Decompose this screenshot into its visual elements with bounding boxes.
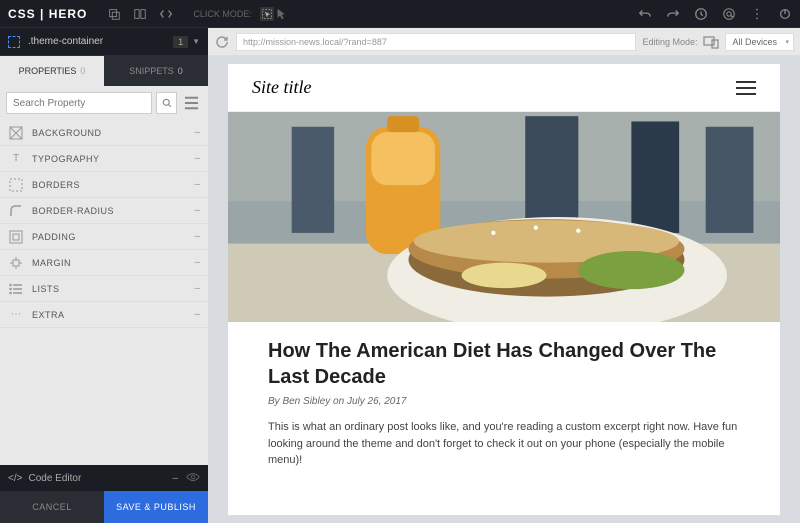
properties-panel: BACKGROUND– TTYPOGRAPHY– BORDERS– BORDER… [0, 86, 208, 465]
site-preview: Site title [228, 64, 780, 515]
history-icon[interactable] [694, 7, 708, 21]
prop-margin[interactable]: MARGIN– [0, 250, 208, 276]
refresh-icon[interactable] [214, 34, 230, 50]
redo-icon[interactable] [666, 7, 680, 21]
undo-icon[interactable] [638, 7, 652, 21]
action-row: CANCEL SAVE & PUBLISH [0, 491, 208, 523]
content-toolbar: http://mission-news.local/?rand=887 Edit… [208, 28, 800, 56]
selector-row[interactable]: .theme-container 1 ▼ [0, 28, 208, 56]
collapse-dash: – [194, 257, 200, 268]
extra-icon: ⋯ [8, 308, 24, 322]
tab-properties-count: 0 [80, 66, 85, 76]
tab-snippets-label: SNIPPETS [129, 66, 174, 76]
click-mode-label: CLICK MODE: [193, 9, 252, 19]
prop-padding[interactable]: PADDING– [0, 224, 208, 250]
sidebar: .theme-container 1 ▼ PROPERTIES 0 SNIPPE… [0, 28, 208, 523]
cancel-button[interactable]: CANCEL [0, 491, 104, 523]
site-header: Site title [228, 64, 780, 112]
tab-snippets-count: 0 [178, 66, 183, 76]
selector-count-badge: 1 [173, 36, 188, 48]
save-publish-button[interactable]: SAVE & PUBLISH [104, 491, 208, 523]
search-row [0, 86, 208, 120]
collapse-dash: – [194, 231, 200, 242]
top-icons-right [638, 7, 792, 21]
click-mode-cursor-icon[interactable] [274, 7, 288, 21]
columns-icon[interactable] [133, 7, 147, 21]
margin-icon [8, 256, 24, 270]
article-author: Ben Sibley [282, 396, 330, 407]
search-button[interactable] [156, 92, 177, 114]
article-excerpt: This is what an ordinary post looks like… [268, 419, 740, 469]
hero-image [228, 112, 780, 322]
hamburger-icon[interactable] [736, 77, 756, 99]
chevron-down-icon: ▼ [192, 37, 200, 46]
collapse-dash: – [194, 283, 200, 294]
collapse-dash: – [194, 179, 200, 190]
list-menu-icon[interactable] [181, 92, 202, 114]
background-icon [8, 126, 24, 140]
editing-mode-label: Editing Mode: [642, 37, 697, 47]
power-icon[interactable] [778, 7, 792, 21]
tab-snippets[interactable]: SNIPPETS 0 [104, 56, 208, 86]
device-select[interactable]: All Devices [725, 33, 794, 51]
main: .theme-container 1 ▼ PROPERTIES 0 SNIPPE… [0, 28, 800, 523]
panel-tabs: PROPERTIES 0 SNIPPETS 0 [0, 56, 208, 86]
device-icon[interactable] [703, 34, 719, 50]
eye-icon[interactable] [186, 470, 200, 487]
content-area: http://mission-news.local/?rand=887 Edit… [208, 28, 800, 523]
collapse-dash: – [194, 127, 200, 138]
more-icon[interactable] [750, 7, 764, 21]
article-body: How The American Diet Has Changed Over T… [228, 322, 780, 485]
preview-frame: Site title [208, 56, 800, 523]
search-input[interactable] [6, 92, 152, 114]
prop-extra[interactable]: ⋯EXTRA– [0, 302, 208, 328]
article-date: July 26, 2017 [347, 396, 407, 407]
lists-icon [8, 282, 24, 296]
prop-border-radius[interactable]: BORDER-RADIUS– [0, 198, 208, 224]
site-title[interactable]: Site title [252, 77, 311, 98]
click-mode-selector-icon[interactable] [260, 7, 274, 21]
collapse-dash: – [194, 153, 200, 164]
url-bar[interactable]: http://mission-news.local/?rand=887 [236, 33, 636, 51]
prop-typography[interactable]: TTYPOGRAPHY– [0, 146, 208, 172]
prop-background[interactable]: BACKGROUND– [0, 120, 208, 146]
article-title: How The American Diet Has Changed Over T… [268, 338, 740, 390]
top-icons-left [107, 7, 173, 21]
padding-icon [8, 230, 24, 244]
tab-properties[interactable]: PROPERTIES 0 [0, 56, 104, 86]
collapse-dash: – [194, 205, 200, 216]
borders-icon [8, 178, 24, 192]
copy-icon[interactable] [107, 7, 121, 21]
at-icon[interactable] [722, 7, 736, 21]
logo: CSS | HERO [8, 7, 87, 21]
collapse-dash: – [194, 309, 200, 320]
prop-borders[interactable]: BORDERS– [0, 172, 208, 198]
prop-lists[interactable]: LISTS– [0, 276, 208, 302]
top-bar: CSS | HERO CLICK MODE: [0, 0, 800, 28]
code-editor-toggle[interactable]: </> Code Editor – [0, 465, 208, 491]
selector-target-icon [8, 36, 20, 48]
article-meta: By Ben Sibley on July 26, 2017 [268, 396, 740, 407]
tab-properties-label: PROPERTIES [19, 66, 77, 76]
code-editor-label: Code Editor [28, 473, 81, 484]
border-radius-icon [8, 204, 24, 218]
selector-text: .theme-container [28, 36, 173, 47]
typography-icon: T [8, 152, 24, 166]
property-list: BACKGROUND– TTYPOGRAPHY– BORDERS– BORDER… [0, 120, 208, 328]
sidebar-bottom: </> Code Editor – CANCEL SAVE & PUBLISH [0, 465, 208, 523]
code-icon[interactable] [159, 7, 173, 21]
